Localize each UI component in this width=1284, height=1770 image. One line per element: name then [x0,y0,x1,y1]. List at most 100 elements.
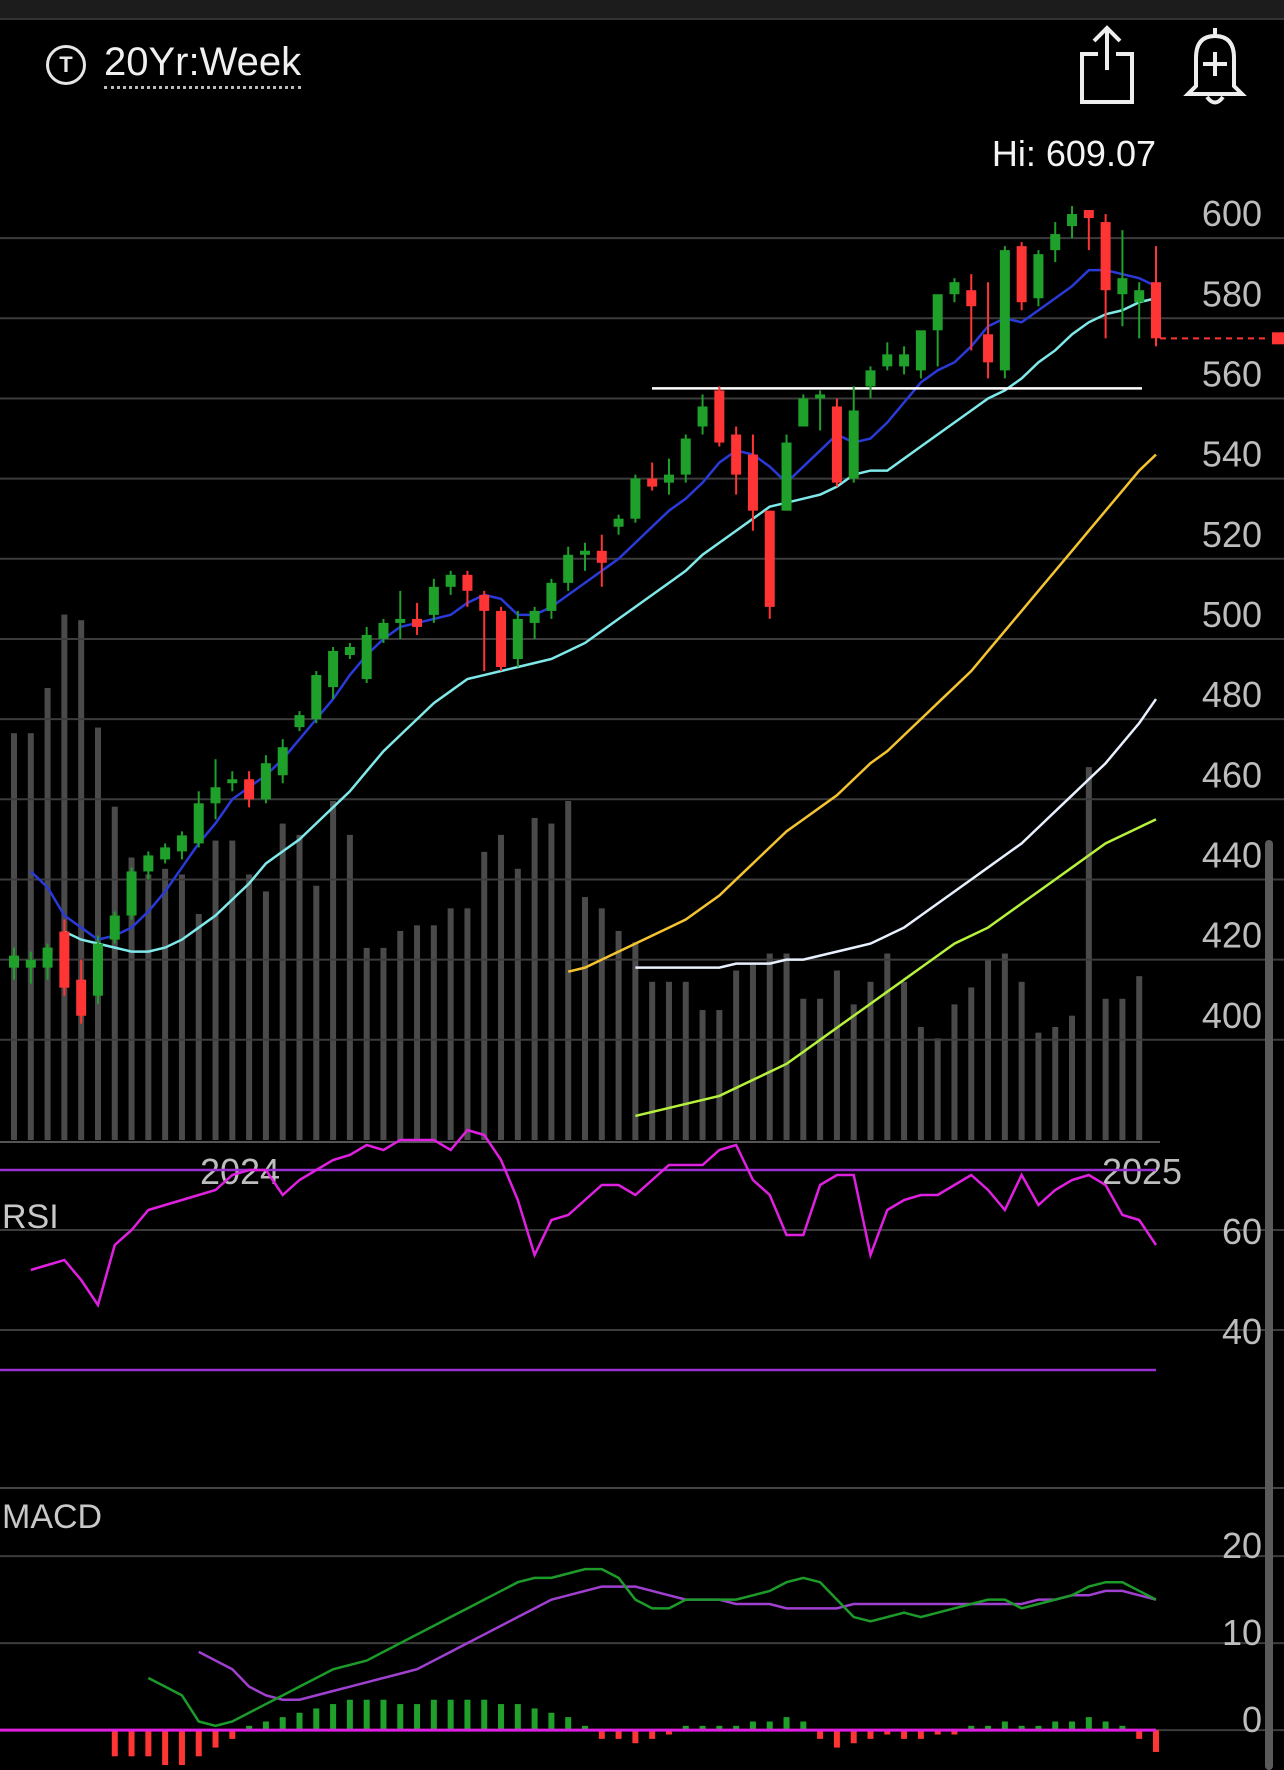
candle-body [412,618,423,627]
macd-histogram-bar [548,1712,555,1731]
candle-body [126,871,137,916]
sma50-line [567,453,1157,973]
volume-bar [850,1004,857,1140]
candle-body [546,582,557,611]
volume-bar [934,1038,941,1140]
candle-body [1067,214,1078,227]
candle-body [227,779,238,784]
volume-bar [246,874,253,1140]
volume-bar [94,727,101,1140]
volume-bar [649,981,656,1140]
y-tick-label: 540 [1202,434,1262,475]
candle-body [1033,254,1044,299]
scrollbar [1265,840,1273,1770]
candle-body [680,438,691,475]
y-tick-label: 480 [1202,674,1262,715]
candle-body [983,334,994,363]
volume-bar [296,834,303,1140]
volume-bar [901,981,908,1140]
volume-bar [766,953,773,1140]
volume-bar [699,1010,706,1140]
macd-histogram-bar [833,1730,840,1748]
volume-bar [598,908,605,1140]
candle-body [378,622,389,639]
volume-bar [716,1010,723,1140]
volume-bar [582,897,588,1140]
candle-body [781,442,792,511]
candle-body [714,390,725,443]
candle-body [294,715,305,728]
candle-body [747,454,758,511]
macd-histogram-bar [481,1699,488,1731]
macd-title: MACD [2,1498,102,1536]
volume-bar [11,733,17,1140]
macd-histogram-bar [498,1704,505,1731]
candle-body [260,763,271,800]
macd-histogram-bar [514,1704,521,1731]
price-chart[interactable]: 4004204404604805005205405605806002024 202… [0,0,1284,1770]
y-tick-label: 600 [1202,193,1262,234]
volume-bar [1069,1015,1076,1140]
volume-bar [111,806,118,1140]
y-tick-label: 520 [1202,514,1262,555]
macd-histogram-bar [565,1717,572,1731]
volume-bar [665,981,672,1140]
macd-histogram-bar [632,1730,639,1744]
volume-bar [397,930,404,1140]
macd-histogram-bar [313,1708,320,1731]
candle-body [798,398,809,427]
candle-body [277,747,288,776]
volume-bar [1035,1032,1042,1140]
volume-bar [1052,1027,1059,1140]
macd-histogram-bar [447,1699,454,1731]
candle-body [663,474,674,483]
volume-bar [27,733,34,1140]
volume-bar [212,840,219,1140]
candle-body [361,634,372,680]
macd-histogram-bar [111,1730,118,1757]
volume-bar [195,914,202,1140]
candle-body [999,250,1010,371]
volume-bar [1102,998,1109,1140]
candle-body [1016,246,1027,303]
macd-histogram-bar [783,1717,790,1731]
volume-bar [380,947,387,1140]
volume-bar [951,1004,958,1140]
candle-body [899,354,910,367]
y-tick-label: 580 [1202,273,1262,314]
volume-bar [783,953,790,1140]
candle-body [647,478,658,487]
candle-body [512,618,523,659]
macd-histogram-bar [279,1717,286,1731]
volume-bar [1085,767,1092,1140]
candle-body [1117,278,1128,295]
macd-histogram-bar [430,1699,437,1731]
volume-bar [313,885,320,1140]
volume-bar [162,868,169,1140]
candle-body [210,787,221,804]
candle-body [697,406,708,427]
volume-bar [1136,976,1143,1140]
volume-bar [178,874,185,1140]
candle-body [848,410,859,479]
volume-bar [615,930,622,1140]
macd-histogram-bar [850,1730,857,1744]
macd-histogram-bar [414,1704,421,1731]
candle-body [143,855,154,872]
candle-body [1100,222,1111,291]
volume-bar [414,925,421,1140]
candle-body [328,650,339,688]
volume-bar [430,925,437,1140]
macd-histogram-bar [1153,1730,1159,1752]
candle-body [613,518,624,527]
ema21-line [63,297,1157,953]
candle-body [865,370,876,387]
candle-body [479,594,490,611]
candle-body [630,478,641,519]
rsi-tick-label: 40 [1222,1311,1262,1352]
volume-bar [749,964,756,1140]
candle-body [563,554,574,583]
macd-histogram-bar [178,1730,185,1765]
macd-tick-label: 20 [1222,1525,1262,1566]
candle-body [92,943,103,996]
